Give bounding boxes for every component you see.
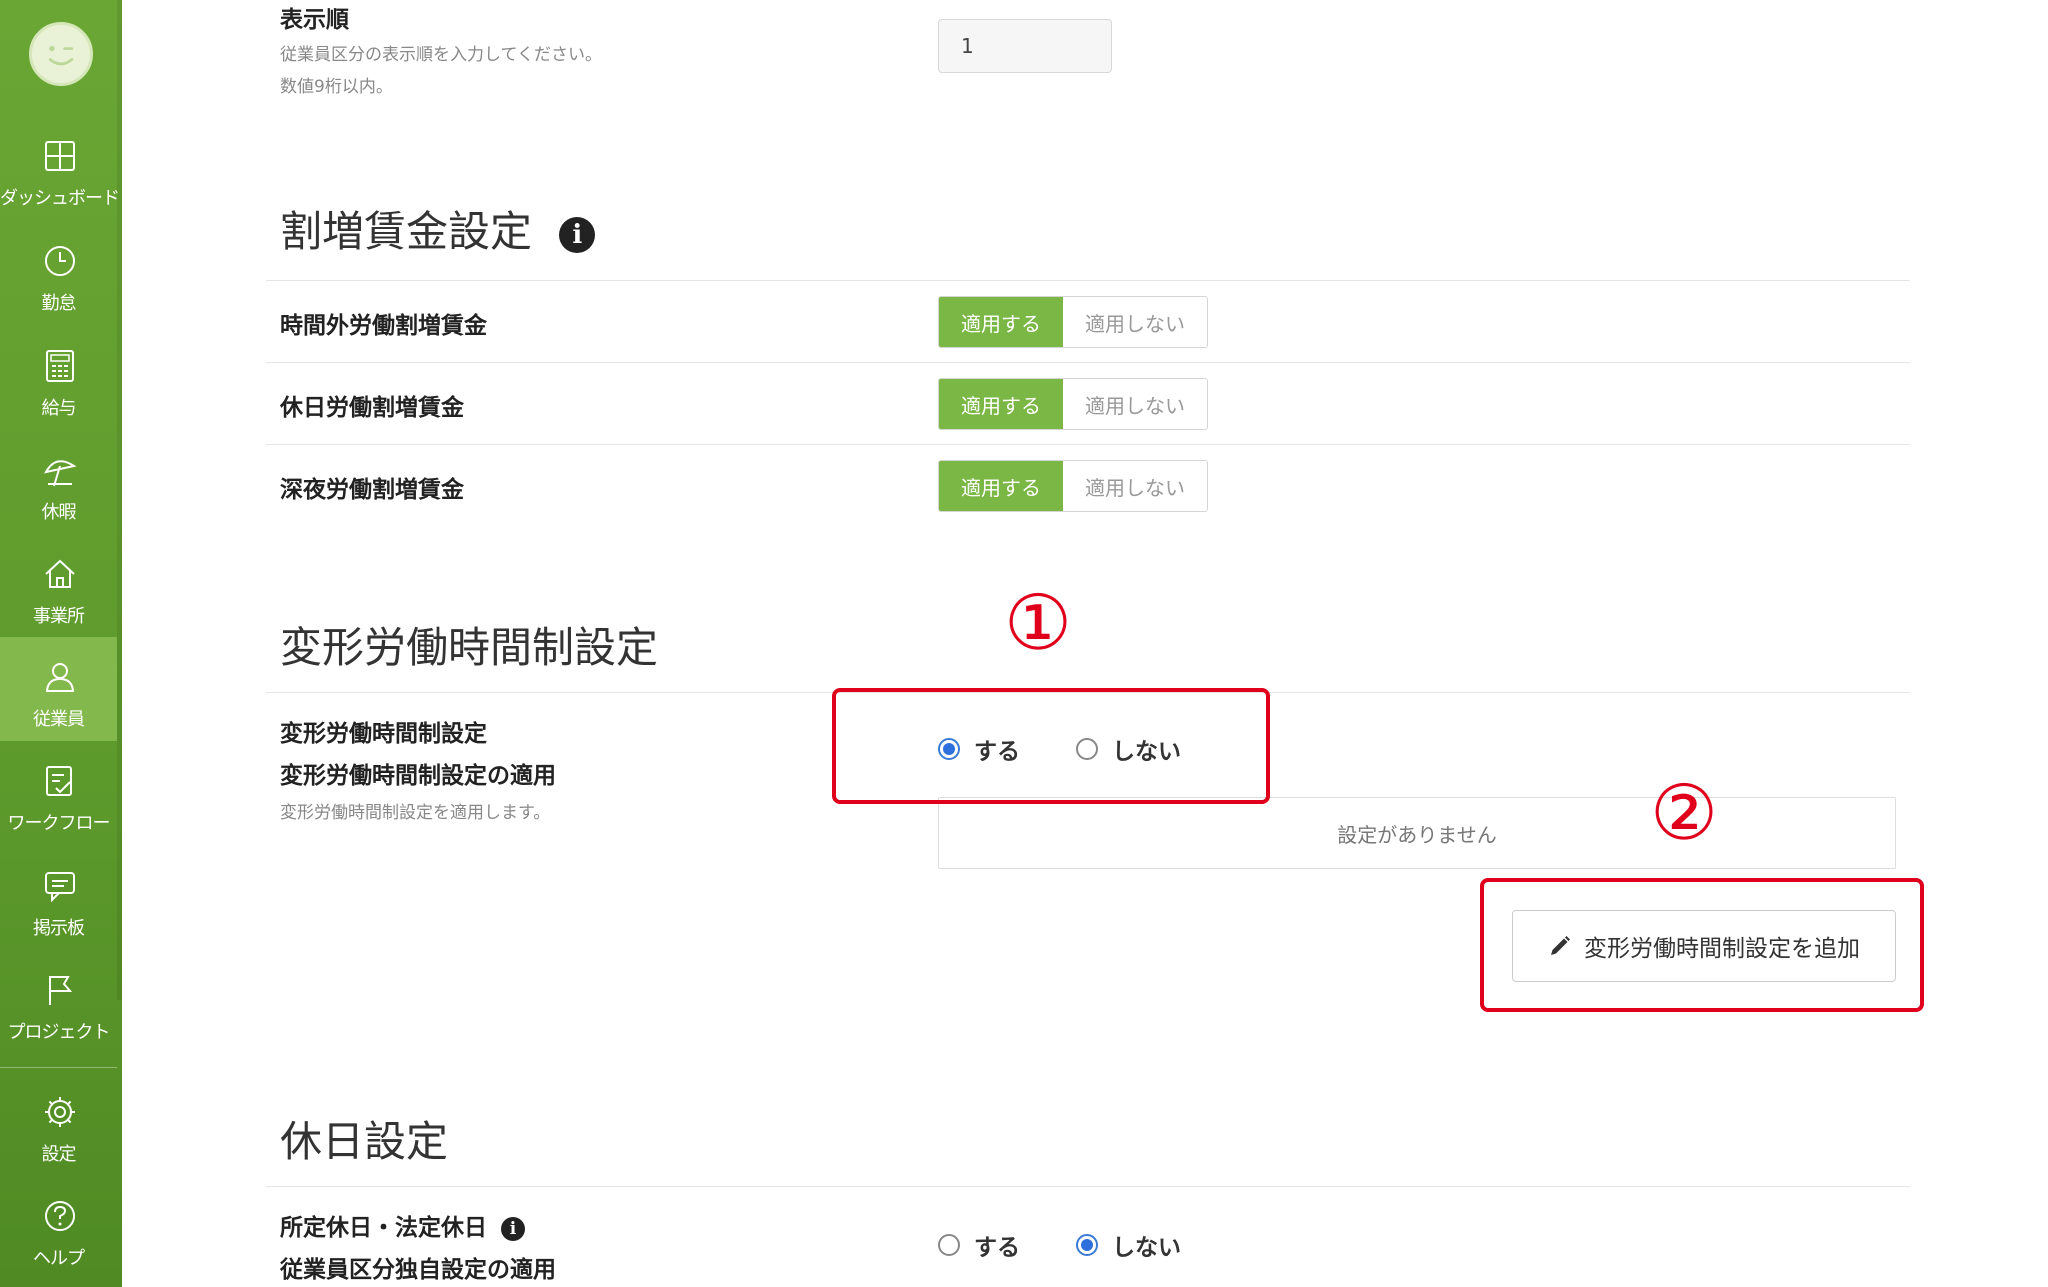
sidebar-item-label: 勤怠	[41, 293, 77, 314]
sidebar-item-settings[interactable]: 設定	[0, 1072, 117, 1176]
sidebar-item-label: ダッシュボード	[0, 188, 120, 209]
smile-logo-icon	[48, 45, 74, 66]
flag-icon	[49, 976, 73, 1005]
apply-button[interactable]: 適用する	[939, 461, 1063, 511]
holiday-apply-label: 従業員区分独自設定の適用	[280, 1257, 556, 1283]
person-icon	[45, 663, 75, 692]
annotation-box-2	[1480, 878, 1924, 1012]
sidebar-item-employees[interactable]: 従業員	[0, 637, 117, 741]
not-apply-button[interactable]: 適用しない	[1063, 297, 1207, 347]
sidebar-item-label: ヘルプ	[33, 1248, 85, 1269]
beach-umbrella-icon	[44, 460, 77, 487]
sidebar-item-attendance[interactable]: 勤怠	[0, 221, 117, 325]
holiday-label: 所定休日・法定休日 i	[280, 1208, 526, 1242]
apply-button[interactable]: 適用する	[939, 379, 1063, 429]
divider	[266, 444, 1910, 445]
gear-icon	[45, 1097, 75, 1127]
display-order-label: 表示順	[280, 7, 349, 33]
dashboard-grid-icon	[45, 141, 75, 171]
app-logo[interactable]	[29, 22, 93, 86]
flex-label: 変形労働時間制設定	[280, 721, 487, 747]
sidebar-item-label: 給与	[41, 398, 77, 419]
apply-button[interactable]: 適用する	[939, 297, 1063, 347]
sidebar-item-label: 設定	[41, 1144, 77, 1165]
radio-selected-icon[interactable]	[1076, 1234, 1098, 1256]
not-apply-button[interactable]: 適用しない	[1063, 461, 1207, 511]
flex-apply-label: 変形労働時間制設定の適用	[280, 763, 556, 789]
clock-icon	[45, 246, 75, 276]
holiday-label-text: 所定休日・法定休日	[280, 1215, 487, 1241]
flex-settings-empty: 設定がありません	[938, 797, 1896, 869]
night-premium-label: 深夜労働割増賃金	[280, 477, 464, 503]
annotation-number-1: ①	[1004, 578, 1073, 667]
display-order-input[interactable]	[938, 19, 1112, 73]
sidebar-item-help[interactable]: ヘルプ	[0, 1176, 117, 1280]
sidebar-item-dashboard[interactable]: ダッシュボード	[0, 116, 120, 220]
sidebar-divider	[0, 1067, 117, 1068]
holiday-premium-label: 休日労働割増賃金	[280, 395, 464, 421]
chat-bubble-icon	[45, 872, 75, 903]
info-icon[interactable]: i	[559, 216, 596, 253]
sidebar-scrollbar[interactable]	[117, 0, 122, 1000]
overtime-premium-label: 時間外労働割増賃金	[280, 313, 487, 339]
sidebar-item-office[interactable]: 事業所	[0, 534, 117, 638]
holiday-premium-toggle: 適用する 適用しない	[938, 378, 1208, 430]
holiday-section-title: 休日設定	[280, 1117, 449, 1166]
holiday-radio-no[interactable]: しない	[1076, 1228, 1181, 1262]
annotation-number-2: ②	[1650, 768, 1719, 857]
calculator-icon	[46, 350, 74, 382]
info-icon[interactable]: i	[501, 1216, 526, 1241]
night-premium-toggle: 適用する 適用しない	[938, 460, 1208, 512]
sidebar-item-label: ワークフロー	[7, 813, 111, 834]
sidebar: ダッシュボード 勤怠 給与 休暇 事業所 従業員 ワークフロー 掲示板 プロジェ…	[0, 0, 122, 1287]
divider	[266, 280, 1910, 281]
sidebar-item-label: 掲示板	[33, 918, 85, 939]
home-icon	[45, 559, 75, 588]
sidebar-item-label: 従業員	[33, 709, 85, 730]
radio-unselected-icon[interactable]	[938, 1234, 960, 1256]
sidebar-item-payroll[interactable]: 給与	[0, 326, 117, 430]
checklist-icon	[46, 766, 72, 796]
radio-label: しない	[1112, 1235, 1181, 1261]
divider	[266, 362, 1910, 363]
overtime-premium-toggle: 適用する 適用しない	[938, 296, 1208, 348]
sidebar-item-label: プロジェクト	[7, 1022, 111, 1043]
radio-label: する	[974, 1235, 1020, 1261]
question-icon	[45, 1201, 75, 1231]
annotation-box-1	[832, 688, 1270, 804]
display-order-hint-limit: 数値9桁以内。	[280, 77, 393, 97]
sidebar-item-leave[interactable]: 休暇	[0, 430, 117, 534]
sidebar-item-project[interactable]: プロジェクト	[0, 950, 117, 1054]
sidebar-item-label: 事業所	[33, 606, 85, 627]
flex-hint: 変形労働時間制設定を適用します。	[280, 803, 551, 823]
holiday-radio-yes[interactable]: する	[938, 1228, 1020, 1262]
sidebar-item-label: 休暇	[41, 502, 77, 523]
display-order-hint: 従業員区分の表示順を入力してください。	[280, 45, 602, 65]
not-apply-button[interactable]: 適用しない	[1063, 379, 1207, 429]
divider	[266, 1186, 1910, 1187]
premium-wage-title-text: 割増賃金設定	[280, 207, 533, 256]
premium-wage-title: 割増賃金設定 i	[280, 198, 596, 259]
empty-message: 設定がありません	[1337, 822, 1497, 847]
sidebar-item-board[interactable]: 掲示板	[0, 846, 117, 950]
flex-section-title: 変形労働時間制設定	[280, 623, 659, 672]
sidebar-item-workflow[interactable]: ワークフロー	[0, 741, 117, 845]
